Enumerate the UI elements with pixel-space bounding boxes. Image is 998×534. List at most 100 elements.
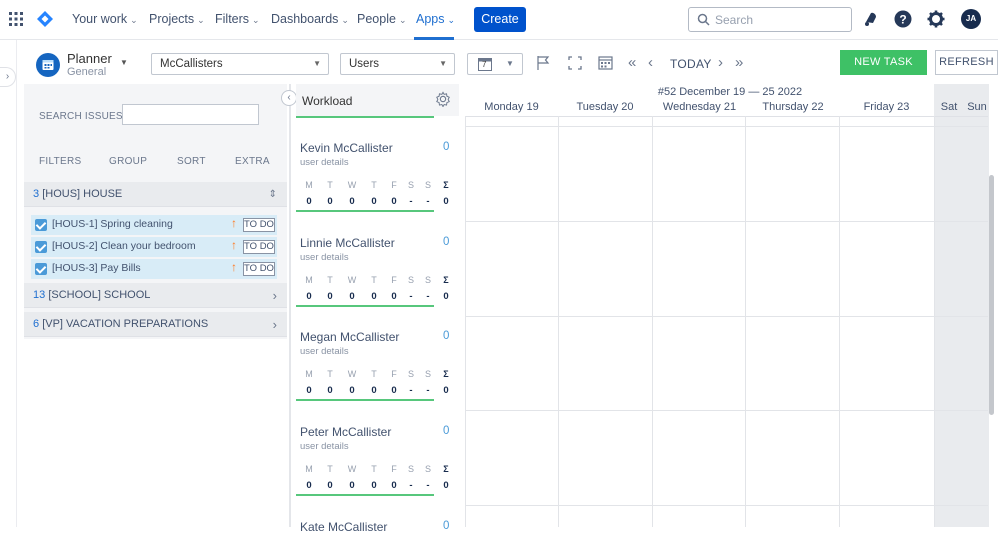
- group-header-house[interactable]: 3 [HOUS] HOUSE ⇕: [24, 182, 287, 207]
- next-week-double-chevron-icon[interactable]: »: [735, 54, 743, 71]
- calendar-column-line: [558, 116, 559, 527]
- new-task-button[interactable]: NEW TASK: [840, 50, 927, 75]
- day-letter: W: [347, 180, 357, 190]
- day-hours-value: 0: [391, 290, 397, 302]
- day-letter: T: [327, 180, 333, 190]
- nav-dashboards[interactable]: Dashboards ⌄: [271, 12, 349, 26]
- group-header-vacation[interactable]: 6 [VP] VACATION PREPARATIONS ›: [24, 312, 287, 337]
- day-letter: S: [424, 274, 431, 285]
- day-hours-value: -: [426, 196, 430, 207]
- chevron-down-icon: ⌄: [197, 15, 205, 25]
- notifications-icon[interactable]: [862, 10, 880, 28]
- nav-people[interactable]: People ⌄: [357, 12, 406, 26]
- day-hours-value: 0: [306, 290, 312, 302]
- nav-projects[interactable]: Projects ⌄: [149, 12, 205, 26]
- person-name[interactable]: Megan McCallister: [300, 330, 399, 344]
- day-letter: Σ: [443, 464, 449, 475]
- search-issues-input[interactable]: [122, 104, 259, 125]
- checkbox-checked[interactable]: [35, 219, 47, 231]
- user-avatar[interactable]: JA: [961, 9, 981, 29]
- workload-settings-icon[interactable]: [435, 91, 451, 107]
- issue-row[interactable]: [HOUS-2] Clean your bedroom ↑ TO DO: [31, 237, 277, 257]
- chevron-right-icon: ›: [272, 317, 277, 332]
- person-task-count[interactable]: 0: [443, 425, 449, 437]
- global-search[interactable]: [688, 7, 852, 32]
- day-letter: S: [424, 464, 431, 475]
- status-badge: TO DO: [243, 218, 275, 232]
- expand-sidebar-button[interactable]: ›: [0, 67, 16, 87]
- day-header-friday: Friday 23: [863, 101, 910, 113]
- tab-sort[interactable]: SORT: [177, 156, 206, 167]
- nav-filters[interactable]: Filters ⌄: [215, 12, 260, 26]
- tab-extra[interactable]: EXTRA: [235, 156, 270, 167]
- person-name[interactable]: Linnie McCallister: [300, 236, 395, 250]
- settings-gear-icon[interactable]: [927, 10, 945, 28]
- next-day-chevron-icon[interactable]: ›: [718, 54, 723, 71]
- issues-panel-empty-area: [24, 339, 287, 527]
- view-select[interactable]: Users ▼: [340, 53, 455, 75]
- date-picker-button[interactable]: 7 ▼: [467, 53, 523, 75]
- previous-week-double-chevron-icon[interactable]: «: [628, 54, 636, 71]
- person-task-count[interactable]: 0: [443, 330, 449, 342]
- tab-filters[interactable]: FILTERS: [39, 156, 81, 167]
- fullscreen-icon[interactable]: [568, 56, 582, 70]
- day-letter: F: [391, 274, 397, 285]
- checkbox-checked[interactable]: [35, 241, 47, 253]
- issue-row[interactable]: [HOUS-3] Pay Bills ↑ TO DO: [31, 259, 277, 279]
- checkbox-checked[interactable]: [35, 263, 47, 275]
- day-hours-value: 0: [306, 385, 312, 397]
- calendar-column-line: [934, 116, 935, 527]
- person-name[interactable]: Peter McCallister: [300, 425, 391, 439]
- tab-group[interactable]: GROUP: [109, 156, 147, 167]
- calendar-view-icon[interactable]: [598, 55, 613, 70]
- jira-logo-icon[interactable]: [37, 11, 53, 27]
- person-task-count[interactable]: 0: [443, 141, 449, 153]
- create-button[interactable]: Create: [474, 7, 526, 32]
- user-details-link[interactable]: user details: [300, 441, 349, 452]
- nav-apps[interactable]: Apps ⌄: [416, 12, 455, 26]
- help-icon[interactable]: ?: [894, 10, 912, 28]
- person-name[interactable]: Kevin McCallister: [300, 141, 393, 155]
- calendar-column-line: [465, 116, 466, 527]
- flag-icon[interactable]: [537, 55, 551, 71]
- group-count: 6: [33, 318, 40, 330]
- vertical-scrollbar[interactable]: [989, 175, 994, 415]
- person-task-count[interactable]: 0: [443, 520, 449, 532]
- day-hours-value: 0: [327, 480, 333, 492]
- day-hours-value: 0: [443, 196, 449, 207]
- calendar-row-line: [465, 221, 988, 222]
- day-letter: F: [391, 180, 397, 190]
- day-letter: S: [407, 369, 414, 380]
- user-details-link[interactable]: user details: [300, 346, 349, 357]
- planner-title[interactable]: Planner: [67, 51, 112, 66]
- day-letter: T: [371, 180, 377, 190]
- panel-divider[interactable]: [289, 84, 291, 527]
- collapse-panel-button[interactable]: ‹: [281, 90, 297, 106]
- nav-your-work[interactable]: Your work ⌄: [72, 12, 138, 26]
- issue-row[interactable]: [HOUS-1] Spring cleaning ↑ TO DO: [31, 215, 277, 235]
- weekend-columns: [934, 84, 989, 527]
- previous-day-chevron-icon[interactable]: ‹: [648, 54, 653, 71]
- calendar-row-line: [465, 126, 988, 127]
- day-letter: T: [371, 464, 377, 475]
- today-button[interactable]: TODAY: [670, 57, 712, 71]
- search-input[interactable]: [715, 11, 845, 29]
- group-header-school[interactable]: 13 [SCHOOL] SCHOOL ›: [24, 283, 287, 308]
- planner-subtitle: General: [67, 66, 107, 78]
- day-letter: W: [347, 274, 357, 285]
- refresh-button[interactable]: REFRESH: [935, 50, 998, 75]
- planner-menu-caret-icon[interactable]: ▼: [120, 58, 128, 67]
- calendar-row-line: [465, 410, 988, 411]
- person-task-count[interactable]: 0: [443, 236, 449, 248]
- team-select[interactable]: McCallisters ▼: [151, 53, 329, 75]
- user-details-link[interactable]: user details: [300, 252, 349, 263]
- calendar-header-line: [465, 116, 988, 117]
- user-details-link[interactable]: user details: [300, 157, 349, 168]
- day-hours-value: 0: [327, 385, 333, 397]
- day-header-saturday: Sat: [940, 101, 958, 113]
- day-letter: F: [391, 369, 397, 380]
- app-switcher-icon[interactable]: [9, 12, 23, 26]
- sort-arrows-icon[interactable]: ⇕: [269, 182, 277, 207]
- day-hours-value: 0: [391, 480, 397, 492]
- day-letter: T: [327, 369, 333, 380]
